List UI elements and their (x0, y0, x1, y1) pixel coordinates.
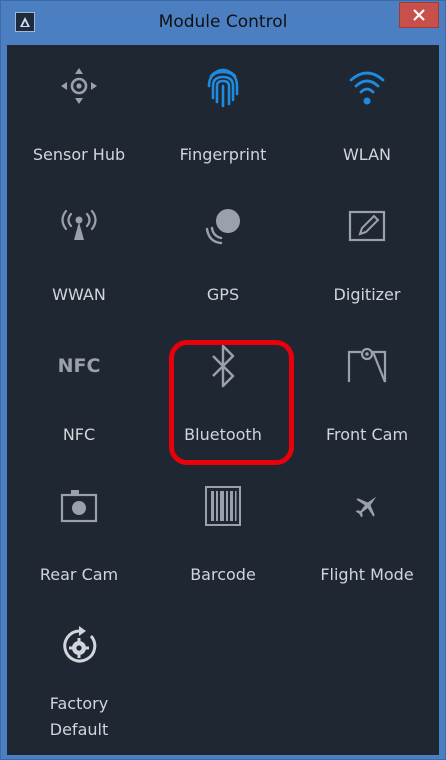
camera-icon (60, 490, 98, 523)
module-label: Digitizer (333, 285, 401, 304)
module-label: Fingerprint (179, 145, 267, 164)
pen-tablet-icon (348, 210, 386, 242)
module-grid: Sensor Hub Fingerprint WLAN WWAN GPS Dig… (7, 45, 439, 755)
module-fingerprint[interactable]: Fingerprint (151, 45, 295, 185)
module-wwan[interactable]: WWAN (7, 185, 151, 325)
bluetooth-highlight-box (169, 340, 294, 465)
module-label-line2: Default (49, 720, 109, 739)
barcode-icon (205, 486, 241, 526)
satellite-icon (205, 209, 240, 245)
window-title: Module Control (158, 12, 288, 32)
front-camera-icon (347, 347, 387, 383)
module-digitizer[interactable]: Digitizer (295, 185, 439, 325)
fingerprint-icon (207, 68, 239, 108)
module-label: Rear Cam (39, 565, 119, 584)
module-label: Front Cam (325, 425, 409, 444)
module-control-window: Module Control Sensor Hub Fingerprint WL… (0, 0, 446, 760)
module-front-cam[interactable]: Front Cam (295, 325, 439, 465)
airplane-icon (355, 496, 377, 518)
module-label: WWAN (52, 285, 106, 304)
gamepad-icon (61, 68, 97, 104)
antenna-icon (61, 209, 97, 240)
module-sensor-hub[interactable]: Sensor Hub (7, 45, 151, 185)
module-label: NFC (62, 425, 96, 444)
module-label: Flight Mode (320, 565, 414, 584)
nfc-icon-text: NFC (57, 355, 101, 377)
nfc-icon: NFC (7, 345, 151, 387)
module-label-line1: Factory (49, 694, 109, 713)
module-barcode[interactable]: Barcode (151, 465, 295, 605)
reset-gear-icon (63, 626, 97, 663)
module-flight-mode[interactable]: Flight Mode (295, 465, 439, 605)
module-gps[interactable]: GPS (151, 185, 295, 325)
module-label: Sensor Hub (32, 145, 126, 164)
module-nfc[interactable]: NFC NFC (7, 325, 151, 465)
module-label: WLAN (342, 145, 391, 164)
module-factory-default[interactable]: Factory Default (7, 605, 151, 755)
close-icon (413, 9, 425, 21)
module-wlan[interactable]: WLAN (295, 45, 439, 185)
wifi-icon (349, 71, 385, 105)
module-label: Barcode (190, 565, 256, 584)
module-label: Factory Default (7, 691, 151, 743)
module-label: GPS (206, 285, 240, 304)
title-bar[interactable]: Module Control (1, 1, 445, 45)
module-rear-cam[interactable]: Rear Cam (7, 465, 151, 605)
close-button[interactable] (399, 2, 439, 28)
